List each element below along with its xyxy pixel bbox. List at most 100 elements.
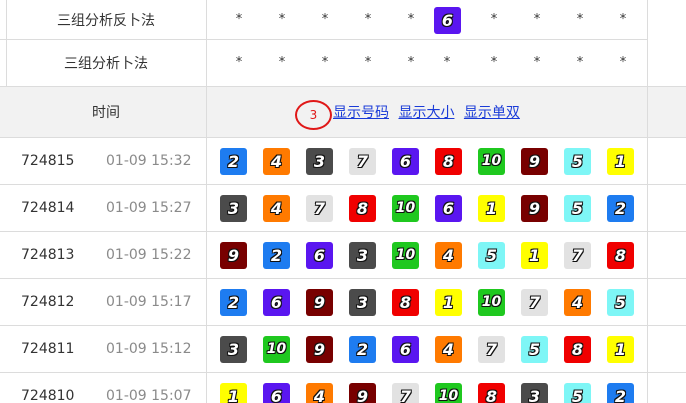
time-column-header: 时间 (92, 105, 120, 121)
number-ball: 6 (263, 382, 290, 403)
star-marker: * (364, 12, 372, 27)
table-row: 724815 01-09 15:32 2 4 3 7 6 8 10 9 5 1 (0, 137, 686, 185)
method-label: 三组分析反卜法 (57, 12, 155, 29)
star-marker: * (407, 55, 415, 70)
number-ball: 3 (349, 241, 376, 269)
number-ball: 7 (564, 241, 591, 269)
number-ball: 9 (521, 194, 548, 222)
number-ball: 3 (220, 194, 247, 222)
grid-line (647, 0, 648, 403)
number-ball: 5 (521, 335, 548, 363)
number-ball: 8 (478, 382, 505, 403)
star-marker: * (533, 55, 541, 70)
draw-time: 01-09 15:22 (106, 246, 192, 263)
number-ball: 10 (478, 147, 505, 175)
issue-number: 724810 (21, 387, 75, 403)
number-ball: 8 (392, 288, 419, 316)
number-ball: 9 (521, 147, 548, 175)
number-ball: 8 (349, 194, 376, 222)
number-ball: 5 (564, 147, 591, 175)
number-ball: 9 (349, 382, 376, 403)
lottery-results-panel: 三组分析反卜法 * * * * * 6 * * * * 三组分析卜法 * * * * * * * * * * 时间 显示号… (0, 0, 686, 403)
number-ball: 10 (435, 382, 462, 403)
number-ball: 4 (263, 147, 290, 175)
show-number-link[interactable]: 显示号码 (333, 105, 389, 121)
grid-line (6, 0, 7, 86)
star-marker: * (576, 12, 584, 27)
draw-time: 01-09 15:32 (106, 152, 192, 169)
number-ball: 2 (607, 382, 634, 403)
number-ball: 10 (478, 288, 505, 316)
annotation-circle: 3 (295, 100, 332, 130)
star-marker: * (321, 12, 329, 27)
method-row: 三组分析卜法 * * * * * * * * * * (0, 39, 648, 87)
number-ball: 7 (349, 147, 376, 175)
table-row: 724811 01-09 15:12 3 10 9 2 6 4 7 5 8 1 (0, 325, 686, 373)
number-ball: 5 (478, 241, 505, 269)
number-ball: 2 (349, 335, 376, 363)
number-ball: 6 (434, 6, 461, 34)
number-ball: 7 (478, 335, 505, 363)
star-marker: * (443, 55, 451, 70)
star-marker: * (278, 12, 286, 27)
issue-number: 724811 (21, 340, 75, 357)
number-ball: 2 (220, 147, 247, 175)
method-row: 三组分析反卜法 * * * * * 6 * * * * (0, 0, 648, 40)
star-marker: * (235, 55, 243, 70)
number-ball: 10 (392, 194, 419, 222)
issue-number: 724812 (21, 293, 75, 310)
number-ball: 1 (435, 288, 462, 316)
table-row: 724810 01-09 15:07 1 6 4 9 7 10 8 3 5 2 (0, 372, 686, 403)
show-parity-link[interactable]: 显示单双 (464, 105, 520, 121)
number-ball: 7 (306, 194, 333, 222)
number-ball: 8 (435, 147, 462, 175)
draw-time: 01-09 15:27 (106, 199, 192, 216)
number-ball: 2 (607, 194, 634, 222)
star-marker: * (619, 55, 627, 70)
number-ball: 5 (607, 288, 634, 316)
number-ball: 7 (392, 382, 419, 403)
number-ball: 10 (263, 335, 290, 363)
table-row: 724813 01-09 15:22 9 2 6 3 10 4 5 1 7 8 (0, 231, 686, 279)
number-ball: 8 (607, 241, 634, 269)
star-marker: * (533, 12, 541, 27)
number-ball: 9 (306, 335, 333, 363)
number-ball: 6 (392, 335, 419, 363)
number-ball: 1 (478, 194, 505, 222)
number-ball: 1 (521, 241, 548, 269)
number-ball: 3 (521, 382, 548, 403)
show-size-link[interactable]: 显示大小 (398, 105, 454, 121)
star-marker: * (619, 12, 627, 27)
number-ball: 5 (564, 382, 591, 403)
star-marker: * (278, 55, 286, 70)
star-marker: * (490, 55, 498, 70)
number-ball: 6 (263, 288, 290, 316)
grid-line (206, 0, 207, 403)
table-row: 724814 01-09 15:27 3 4 7 8 10 6 1 9 5 2 (0, 184, 686, 232)
issue-number: 724813 (21, 246, 75, 263)
table-header: 时间 显示号码 显示大小 显示单双 (0, 86, 686, 138)
number-ball: 6 (306, 241, 333, 269)
number-ball: 7 (521, 288, 548, 316)
issue-number: 724814 (21, 199, 75, 216)
number-ball: 5 (564, 194, 591, 222)
draw-time: 01-09 15:12 (106, 340, 192, 357)
number-ball: 3 (349, 288, 376, 316)
method-label: 三组分析卜法 (64, 55, 148, 72)
number-ball: 4 (435, 335, 462, 363)
table-row: 724812 01-09 15:17 2 6 9 3 8 1 10 7 4 5 (0, 278, 686, 326)
number-ball: 6 (435, 194, 462, 222)
number-ball: 9 (306, 288, 333, 316)
draw-time: 01-09 15:07 (106, 387, 192, 403)
star-marker: * (364, 55, 372, 70)
star-marker: * (407, 12, 415, 27)
number-ball: 3 (306, 147, 333, 175)
draw-time: 01-09 15:17 (106, 293, 192, 310)
number-ball: 8 (564, 335, 591, 363)
star-marker: * (490, 12, 498, 27)
star-marker: * (235, 12, 243, 27)
number-ball: 1 (607, 335, 634, 363)
number-ball: 4 (435, 241, 462, 269)
star-marker: * (576, 55, 584, 70)
number-ball: 2 (263, 241, 290, 269)
